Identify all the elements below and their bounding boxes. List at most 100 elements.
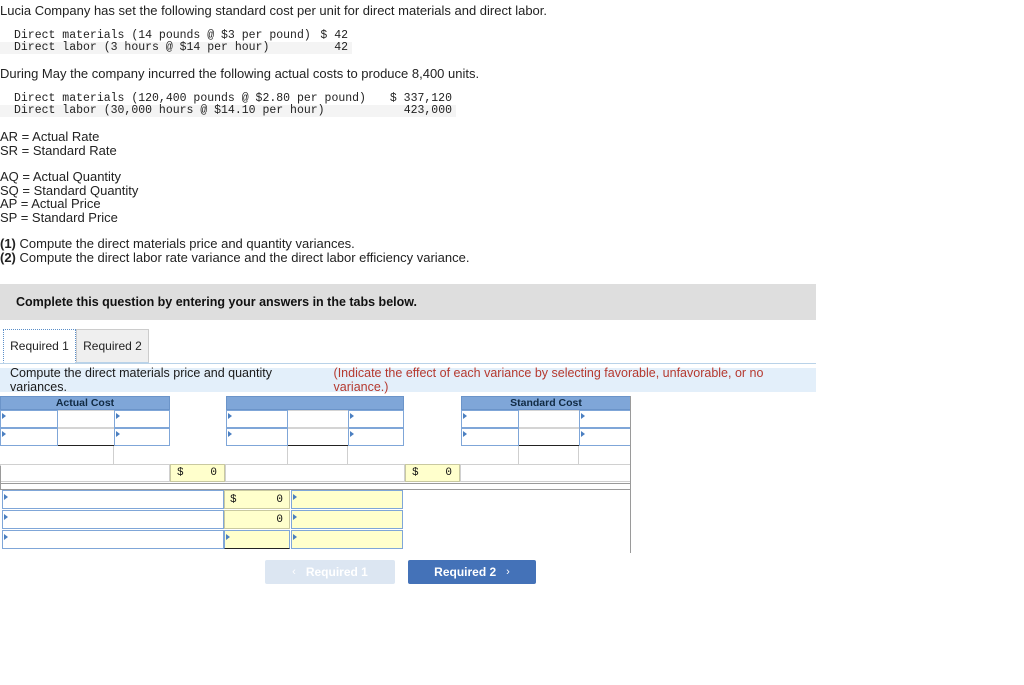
spacer-cell-standard-2 [519, 446, 579, 464]
panel-header-standard-cost: Standard Cost [461, 396, 631, 410]
requirement-number: (2) [0, 250, 16, 265]
data-row: Direct labor (30,000 hours @ $14.10 per … [0, 105, 456, 117]
legend-rates: AR = Actual Rate SR = Standard Rate [0, 130, 117, 157]
sq-select-standard-1[interactable] [461, 410, 519, 428]
requirement-1: (1) Compute the direct materials price a… [0, 237, 355, 251]
actual-cost-data-block: Direct materials (120,400 pounds @ $2.80… [0, 93, 456, 117]
legend-line: AQ = Actual Quantity [0, 169, 122, 184]
previous-required-button[interactable]: ‹ Required 1 [265, 560, 395, 584]
panel-header-middle [226, 396, 404, 410]
sp-select-middle-1[interactable] [348, 410, 404, 428]
requirement-text: Compute the direct labor rate variance a… [19, 250, 470, 265]
tab-required-2[interactable]: Required 2 [76, 329, 149, 363]
legend-line: AR = Actual Rate [0, 129, 100, 144]
panel-row [461, 446, 631, 464]
sq-value-standard-2[interactable] [461, 428, 519, 446]
variance-name-select-2[interactable] [2, 510, 224, 529]
variance-effect-select-3[interactable] [291, 530, 403, 549]
panel-header-actual-cost: Actual Cost [0, 396, 170, 410]
variance-effect-select-2[interactable] [291, 510, 403, 529]
panel-row [0, 410, 170, 428]
next-button-label: Required 2 [434, 565, 497, 579]
totals-band-left [0, 464, 170, 482]
totals-band-middle [225, 464, 405, 482]
next-required-button[interactable]: Required 2 › [408, 560, 536, 584]
panel-row [0, 446, 170, 464]
variance-value: 0 [276, 513, 283, 526]
spacer-cell-middle-1 [226, 446, 288, 464]
legend-quantities: AQ = Actual Quantity SQ = Standard Quant… [0, 170, 138, 224]
operator-cell-standard-2 [519, 428, 579, 446]
currency-symbol: $ [412, 467, 419, 479]
worksheet-left-border [0, 466, 1, 490]
variance-name-select-1[interactable] [2, 490, 224, 509]
variance-amount-1[interactable]: $ 0 [224, 490, 290, 509]
requirement-number: (1) [0, 236, 16, 251]
currency-symbol: $ [230, 493, 237, 506]
variance-value: 0 [276, 493, 283, 506]
sp-value-standard-2[interactable] [579, 428, 631, 446]
variance-effect-select-1[interactable] [291, 490, 403, 509]
data-row-amount: 423,000 [403, 104, 452, 117]
tab-label: Required 1 [10, 339, 69, 353]
worksheet-divider-top [0, 483, 631, 484]
data-row-amount: 42 [334, 41, 348, 54]
data-row: Direct labor (3 hours @ $14 per hour) 42 [0, 42, 352, 54]
variance-row [0, 530, 631, 550]
data-row-label: Direct labor (3 hours @ $14 per hour) [14, 41, 270, 54]
ap-select-actual-1[interactable] [114, 410, 170, 428]
spacer-cell-middle-2 [288, 446, 348, 464]
aq-value-actual-2[interactable] [0, 428, 58, 446]
sp-select-standard-1[interactable] [579, 410, 631, 428]
data-row-label: Direct labor (30,000 hours @ $14.10 per … [14, 104, 325, 117]
panel-row [461, 410, 631, 428]
legend-line: SR = Standard Rate [0, 142, 117, 158]
intro-paragraph-1: Lucia Company has set the following stan… [0, 3, 548, 18]
aq-select-actual-1[interactable] [0, 410, 58, 428]
total-value: 0 [445, 467, 452, 479]
total-standard-cost[interactable]: $ 0 [405, 464, 460, 482]
aq-select-middle-1[interactable] [226, 410, 288, 428]
legend-line: AP = Actual Price [0, 196, 101, 211]
spacer-cell-actual [0, 446, 114, 464]
variance-worksheet-top: Actual Cost Standard Cost $ 0 $ 0 [0, 396, 631, 483]
variance-name-select-3[interactable] [2, 530, 224, 549]
intro-paragraph-2: During May the company incurred the foll… [0, 66, 480, 81]
standard-cost-data-block: Direct materials (14 pounds @ $3 per pou… [0, 30, 352, 54]
chevron-left-icon: ‹ [292, 566, 296, 578]
complete-question-text: Complete this question by entering your … [16, 295, 417, 309]
question-page: Lucia Company has set the following stan… [0, 0, 1024, 685]
spacer-cell-middle-3 [348, 446, 404, 464]
operator-cell-middle-2 [288, 428, 348, 446]
variance-amount-3[interactable] [224, 530, 290, 549]
operator-cell-middle-1 [288, 410, 348, 428]
sp-value-middle-2[interactable] [348, 428, 404, 446]
previous-button-label: Required 1 [305, 565, 368, 579]
spacer-cell-standard-3 [579, 446, 631, 464]
operator-cell-actual-1 [58, 410, 114, 428]
panel-row [226, 446, 404, 464]
complete-question-banner: Complete this question by entering your … [0, 284, 816, 320]
panel-row [226, 410, 404, 428]
ap-value-actual-2[interactable] [114, 428, 170, 446]
total-value: 0 [210, 467, 217, 479]
variance-worksheet-bottom: $ 0 0 [0, 490, 631, 553]
panel-row [226, 428, 404, 446]
operator-cell-standard-1 [519, 410, 579, 428]
spacer-cell-actual-2 [114, 446, 170, 464]
totals-band-right [460, 464, 631, 482]
variance-amount-2[interactable]: 0 [224, 510, 290, 529]
requirement-text: Compute the direct materials price and q… [19, 236, 355, 251]
sub-instruction-text: Compute the direct materials price and q… [10, 366, 272, 394]
variance-row: 0 [0, 510, 631, 530]
total-actual-cost[interactable]: $ 0 [170, 464, 225, 482]
tab-required-1[interactable]: Required 1 [3, 329, 76, 363]
spacer-cell-standard-1 [461, 446, 519, 464]
tab-strip: Required 1 Required 2 [0, 329, 816, 364]
chevron-right-icon: › [506, 566, 510, 578]
aq-value-middle-2[interactable] [226, 428, 288, 446]
sub-instruction-hint: (Indicate the effect of each variance by… [333, 366, 764, 394]
legend-line: SQ = Standard Quantity [0, 182, 139, 198]
panel-row [0, 428, 170, 446]
requirement-2: (2) Compute the direct labor rate varian… [0, 251, 469, 265]
